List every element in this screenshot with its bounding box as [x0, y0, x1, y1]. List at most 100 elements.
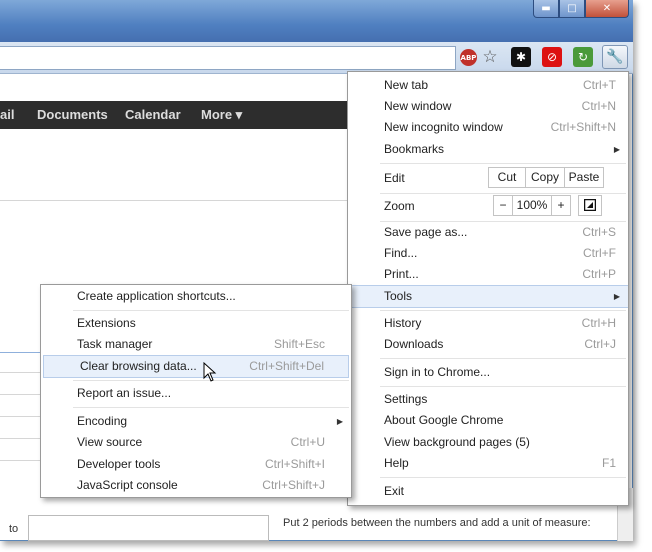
menu-item-downloads[interactable]: Downloads Ctrl+J: [348, 334, 628, 355]
shortcut-label: Ctrl+S: [582, 225, 616, 239]
menu-item-javascript-console[interactable]: JavaScript console Ctrl+Shift+J: [41, 475, 351, 496]
menu-item-help[interactable]: Help F1: [348, 453, 628, 474]
shortcut-label: Ctrl+U: [290, 435, 325, 449]
menu-item-tools[interactable]: Tools ▶: [348, 285, 628, 308]
shortcut-label: Ctrl+J: [584, 337, 616, 351]
copy-button[interactable]: Copy: [525, 167, 565, 188]
tools-submenu: Create application shortcuts... Extensio…: [40, 284, 352, 498]
page-divider: [0, 372, 40, 373]
menu-item-exit[interactable]: Exit: [348, 481, 628, 502]
minimize-button[interactable]: ▬: [533, 0, 559, 18]
menu-separator: [380, 477, 626, 478]
shortcut-label: Ctrl+P: [582, 267, 616, 281]
shortcut-label: Shift+Esc: [273, 337, 325, 351]
page-divider: [0, 438, 40, 439]
maximize-button[interactable]: □: [559, 0, 585, 18]
shortcut-label: Ctrl+N: [581, 99, 616, 113]
menu-item-label: Downloads: [384, 337, 444, 351]
gbar-item-mail[interactable]: ail: [0, 107, 14, 122]
menu-item-label: Print...: [384, 267, 419, 281]
gbar-item-calendar[interactable]: Calendar: [125, 107, 181, 122]
menu-item-label: JavaScript console: [77, 478, 178, 492]
menu-item-developer-tools[interactable]: Developer tools Ctrl+Shift+I: [41, 454, 351, 475]
menu-item-report-issue[interactable]: Report an issue...: [41, 383, 351, 404]
menu-item-encoding[interactable]: Encoding ▶: [41, 411, 351, 432]
extension-asterisk-icon[interactable]: ✱: [511, 47, 531, 67]
menu-item-label: Create application shortcuts...: [77, 289, 236, 303]
wrench-icon[interactable]: 🔧: [602, 45, 628, 69]
menu-item-label: Task manager: [77, 337, 153, 351]
menu-item-task-manager[interactable]: Task manager Shift+Esc: [41, 334, 351, 355]
menu-item-label: Settings: [384, 392, 428, 406]
zoom-in-button[interactable]: +: [551, 195, 571, 216]
menu-item-find[interactable]: Find... Ctrl+F: [348, 243, 628, 264]
menu-item-create-shortcuts[interactable]: Create application shortcuts...: [41, 286, 351, 307]
gbar-item-more[interactable]: More ▾: [201, 107, 242, 123]
extension-refresh-icon[interactable]: ↻: [573, 47, 593, 67]
menu-item-label: View background pages (5): [384, 435, 530, 449]
close-button[interactable]: ✕: [585, 0, 629, 18]
window-controls: ▬ □ ✕: [533, 0, 629, 20]
bookmark-star-icon[interactable]: ☆: [480, 47, 500, 67]
menu-separator: [380, 310, 626, 311]
google-nav-bar: ail Documents Calendar More ▾: [0, 101, 352, 129]
shortcut-label: Ctrl+Shift+I: [264, 457, 325, 471]
menu-item-label: Help: [384, 456, 409, 470]
menu-item-label: New window: [384, 99, 452, 113]
address-bar[interactable]: [0, 46, 456, 70]
menu-item-background-pages[interactable]: View background pages (5): [348, 432, 628, 453]
shortcut-label: Ctrl+H: [581, 316, 616, 330]
menu-item-view-source[interactable]: View source Ctrl+U: [41, 432, 351, 453]
menu-item-label: New incognito window: [384, 120, 503, 134]
menu-item-print[interactable]: Print... Ctrl+P: [348, 264, 628, 285]
menu-item-label: Extensions: [77, 316, 136, 330]
menu-item-sign-in[interactable]: Sign in to Chrome...: [348, 362, 628, 383]
menu-item-history[interactable]: History Ctrl+H: [348, 313, 628, 334]
menu-item-label: New tab: [384, 78, 429, 92]
adblock-icon[interactable]: ABP: [460, 49, 477, 66]
shortcut-label: Ctrl+Shift+N: [550, 120, 616, 134]
menu-item-new-window[interactable]: New window Ctrl+N: [348, 96, 628, 117]
menu-item-bookmarks[interactable]: Bookmarks ▶: [348, 139, 628, 160]
menu-item-label: Sign in to Chrome...: [384, 365, 491, 379]
date-range-input[interactable]: [28, 515, 269, 541]
gbar-item-documents[interactable]: Documents: [37, 107, 108, 122]
shortcut-label: Ctrl+F: [583, 246, 616, 260]
cut-button[interactable]: Cut: [488, 167, 526, 188]
menu-item-new-incognito[interactable]: New incognito window Ctrl+Shift+N: [348, 117, 628, 138]
menu-separator: [380, 386, 626, 387]
menu-separator: [380, 163, 626, 164]
chrome-main-menu: New tab Ctrl+T New window Ctrl+N New incog…: [347, 71, 629, 506]
menu-item-label: View source: [77, 435, 143, 449]
title-bar: ▬ □ ✕: [0, 0, 633, 42]
menu-separator: [73, 310, 349, 311]
page-divider: [0, 200, 352, 201]
shortcut-label: Ctrl+Shift+Del: [249, 359, 324, 373]
zoom-level: 100%: [512, 195, 552, 216]
fullscreen-icon[interactable]: [578, 195, 602, 216]
extension-block-icon[interactable]: ⊘: [542, 47, 562, 67]
paste-button[interactable]: Paste: [564, 167, 604, 188]
menu-separator: [73, 407, 349, 408]
submenu-arrow-icon: ▶: [613, 145, 620, 154]
shortcut-label: Ctrl+Shift+J: [262, 478, 325, 492]
zoom-out-button[interactable]: −: [493, 195, 513, 216]
shortcut-label: F1: [601, 456, 616, 470]
menu-item-label: Zoom: [384, 199, 415, 213]
menu-item-label: Edit: [384, 171, 405, 185]
browser-toolbar: ABP ☆ ✱ ⊘ ↻ 🔧: [0, 42, 633, 74]
menu-item-new-tab[interactable]: New tab Ctrl+T: [348, 75, 628, 96]
menu-item-extensions[interactable]: Extensions: [41, 313, 351, 334]
menu-item-label: Developer tools: [77, 457, 161, 471]
hint-text: Put 2 periods between the numbers and ad…: [283, 517, 591, 529]
menu-item-settings[interactable]: Settings: [348, 389, 628, 410]
page-divider: [0, 416, 40, 417]
page-divider: [0, 394, 40, 395]
menu-item-about[interactable]: About Google Chrome: [348, 410, 628, 431]
menu-item-save-page[interactable]: Save page as... Ctrl+S: [348, 222, 628, 243]
menu-item-label: Save page as...: [384, 225, 468, 239]
menu-item-label: Clear browsing data...: [80, 359, 197, 373]
menu-item-label: Bookmarks: [384, 142, 445, 156]
menu-item-clear-browsing-data[interactable]: Clear browsing data... Ctrl+Shift+Del: [43, 355, 349, 378]
to-label: to: [9, 523, 19, 535]
